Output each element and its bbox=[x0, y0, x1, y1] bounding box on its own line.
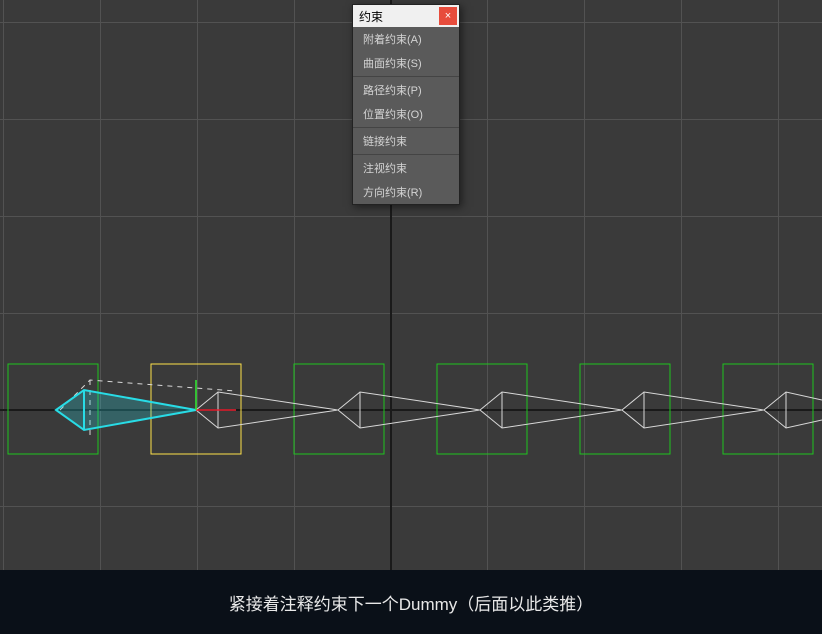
viewport-3d[interactable]: 约束 × 附着约束(A) 曲面约束(S) 路径约束(P) 位置约束(O) 链接约… bbox=[0, 0, 822, 570]
menu-item-lookat[interactable]: 注视约束 bbox=[353, 156, 459, 180]
menu-item-attach[interactable]: 附着约束(A) bbox=[353, 27, 459, 51]
menu-title: 约束 bbox=[359, 8, 383, 25]
menu-body: 附着约束(A) 曲面约束(S) 路径约束(P) 位置约束(O) 链接约束 注视约… bbox=[353, 27, 459, 204]
constraints-menu: 约束 × 附着约束(A) 曲面约束(S) 路径约束(P) 位置约束(O) 链接约… bbox=[352, 4, 460, 205]
menu-header[interactable]: 约束 × bbox=[353, 5, 459, 27]
menu-item-position[interactable]: 位置约束(O) bbox=[353, 102, 459, 126]
menu-separator bbox=[353, 154, 459, 155]
menu-separator bbox=[353, 127, 459, 128]
caption-text: 紧接着注释约束下一个Dummy（后面以此类推） bbox=[229, 590, 594, 615]
menu-item-link[interactable]: 链接约束 bbox=[353, 129, 459, 153]
menu-item-path[interactable]: 路径约束(P) bbox=[353, 78, 459, 102]
menu-separator bbox=[353, 76, 459, 77]
caption-bar: 紧接着注释约束下一个Dummy（后面以此类推） bbox=[0, 570, 822, 634]
menu-item-orient[interactable]: 方向约束(R) bbox=[353, 180, 459, 204]
close-icon[interactable]: × bbox=[439, 7, 457, 25]
gizmo bbox=[196, 380, 236, 410]
menu-item-surface[interactable]: 曲面约束(S) bbox=[353, 51, 459, 75]
